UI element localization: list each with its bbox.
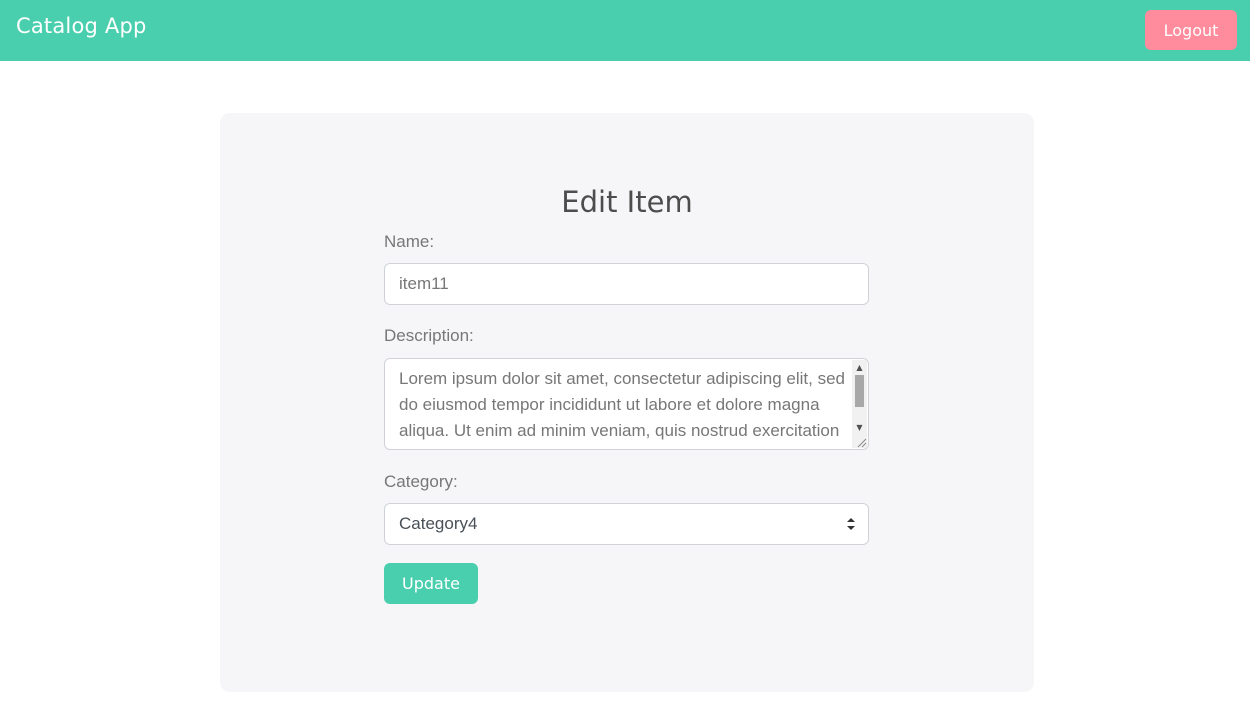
category-label: Category:	[384, 472, 458, 491]
logout-button[interactable]: Logout	[1145, 10, 1237, 50]
update-button[interactable]: Update	[384, 563, 478, 604]
name-label: Name:	[384, 232, 435, 251]
resize-grip-icon[interactable]	[854, 435, 867, 448]
select-arrows-icon	[846, 516, 856, 532]
scroll-down-icon[interactable]: ▼	[852, 421, 867, 434]
brand-link[interactable]: Catalog App	[16, 14, 147, 38]
page-title: Edit Item	[561, 185, 693, 219]
scroll-thumb[interactable]	[855, 375, 864, 407]
description-text: Lorem ipsum dolor sit amet, consectetur …	[399, 369, 845, 449]
name-input[interactable]	[384, 263, 869, 305]
category-select[interactable]: Category4	[384, 503, 869, 545]
edit-item-card: Edit Item Name: Description: Lorem ipsum…	[220, 113, 1034, 692]
scroll-up-icon[interactable]: ▲	[852, 361, 867, 374]
navbar: Catalog App Logout	[0, 0, 1250, 61]
description-textarea[interactable]: Lorem ipsum dolor sit amet, consectetur …	[384, 358, 869, 450]
category-selected-value: Category4	[399, 514, 478, 533]
description-label: Description:	[384, 326, 474, 345]
